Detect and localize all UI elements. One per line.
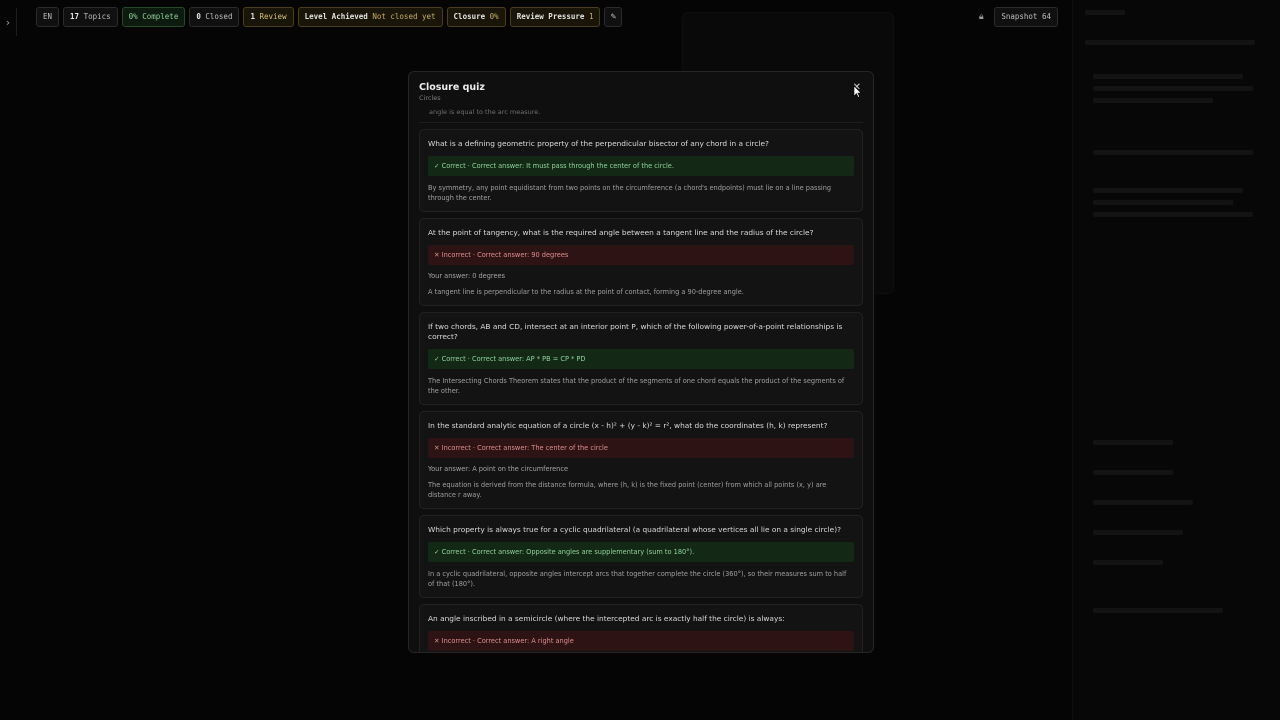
snapshot-badge[interactable]: Snapshot 64 xyxy=(994,7,1058,27)
complete-badge: 0% Complete xyxy=(121,7,186,27)
language-button[interactable]: EN xyxy=(36,7,60,27)
topics-badge[interactable]: 17 Topics xyxy=(63,7,118,27)
question-text: Which property is always true for a cycl… xyxy=(428,525,841,534)
divider xyxy=(419,122,863,123)
explanation-text: The Intersecting Chords Theorem states t… xyxy=(428,377,845,395)
closed-badge: 0 Closed xyxy=(189,7,240,27)
modal-header: Closure quiz Circles ✕ xyxy=(409,72,873,104)
chevron-right-icon: › xyxy=(5,15,11,29)
level-achieved-badge: Level Achieved Not closed yet xyxy=(297,7,443,27)
question-card: At the point of tangency, what is the re… xyxy=(419,218,863,306)
quiz-results-list[interactable]: angle is equal to the arc measure. What … xyxy=(409,102,873,652)
question-card: In the standard analytic equation of a c… xyxy=(419,411,863,509)
your-answer-text: Your answer: 0 degrees xyxy=(428,272,506,280)
question-card: Which property is always true for a cycl… xyxy=(419,515,863,598)
question-text: If two chords, AB and CD, intersect at a… xyxy=(428,322,843,341)
explanation-text: In a cyclic quadrilateral, opposite angl… xyxy=(428,570,847,588)
sidebar-toggle-button[interactable]: › xyxy=(0,8,17,36)
question-card: An angle inscribed in a semicircle (wher… xyxy=(419,604,863,652)
result-banner-correct: ✓ Correct · Correct answer: It must pass… xyxy=(428,156,854,176)
review-badge[interactable]: 1 Review xyxy=(243,7,294,27)
result-banner-correct: ✓ Correct · Correct answer: Opposite ang… xyxy=(428,542,854,562)
result-banner-correct: ✓ Correct · Correct answer: AP * PB = CP… xyxy=(428,349,854,369)
result-banner-incorrect: ✕ Incorrect · Correct answer: The center… xyxy=(428,438,854,458)
mouse-cursor-icon xyxy=(854,86,862,98)
question-card: If two chords, AB and CD, intersect at a… xyxy=(419,312,863,405)
review-pressure-badge: Review Pressure 1 xyxy=(509,7,601,27)
result-banner-incorrect: ✕ Incorrect · Correct answer: A right an… xyxy=(428,631,854,651)
pencil-icon: ✎ xyxy=(610,12,617,21)
explanation-text: A tangent line is perpendicular to the r… xyxy=(428,288,744,296)
question-card: What is a defining geometric property of… xyxy=(419,129,863,212)
closure-quiz-modal: Closure quiz Circles ✕ angle is equal to… xyxy=(408,71,874,653)
previous-explanation-fragment: angle is equal to the arc measure. xyxy=(429,108,541,116)
edit-button[interactable]: ✎ xyxy=(604,7,623,27)
explanation-text: By symmetry, any point equidistant from … xyxy=(428,184,832,202)
closure-badge[interactable]: Closure 0% xyxy=(446,7,506,27)
question-text: In the standard analytic equation of a c… xyxy=(428,421,828,430)
modal-title: Closure quiz xyxy=(419,82,485,93)
result-banner-incorrect: ✕ Incorrect · Correct answer: 90 degrees xyxy=(428,245,854,265)
snapshot-area: 🔒︎ Snapshot 64 xyxy=(974,7,1058,27)
question-text: At the point of tangency, what is the re… xyxy=(428,228,814,237)
question-text: An angle inscribed in a semicircle (wher… xyxy=(428,614,785,623)
explanation-text: The equation is derived from the distanc… xyxy=(428,481,827,499)
modal-subtitle: Circles xyxy=(419,94,441,102)
question-text: What is a defining geometric property of… xyxy=(428,139,769,148)
your-answer-text: Your answer: A point on the circumferenc… xyxy=(428,465,569,473)
status-bar: EN 17 Topics 0% Complete 0 Closed 1 Revi… xyxy=(36,7,623,27)
lock-icon[interactable]: 🔒︎ xyxy=(974,8,988,26)
background-sidebar xyxy=(1072,0,1280,720)
